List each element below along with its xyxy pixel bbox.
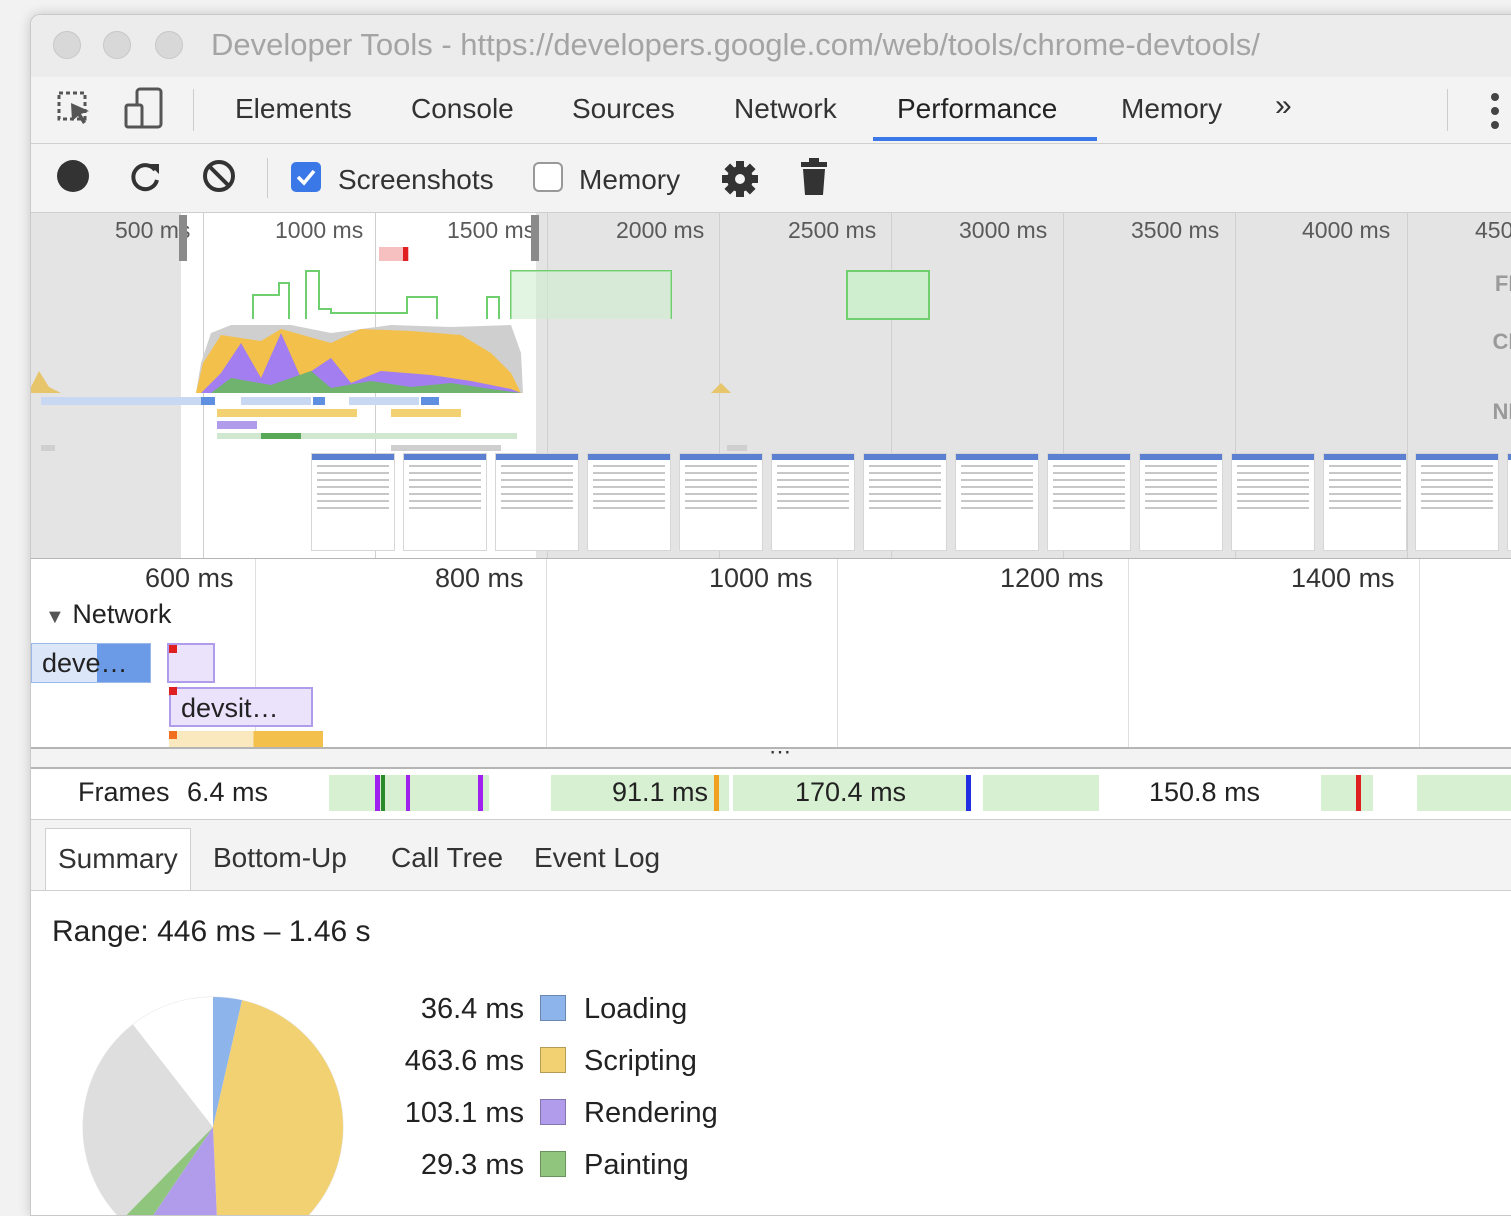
screenshot-thumbnail[interactable] bbox=[403, 453, 487, 551]
ruler-tick: 600 ms bbox=[145, 563, 234, 593]
legend-label: Scripting bbox=[584, 1045, 697, 1077]
overview-tick: 3500 ms bbox=[1131, 217, 1220, 243]
screenshot-thumbnail[interactable] bbox=[679, 453, 763, 551]
legend-swatch bbox=[540, 995, 566, 1021]
network-request-bar[interactable] bbox=[167, 643, 215, 683]
screenshot-thumbnail[interactable] bbox=[1415, 453, 1499, 551]
screenshot-thumbnail[interactable] bbox=[1323, 453, 1407, 551]
legend-value: 103.1 ms bbox=[404, 1097, 524, 1129]
more-tabs-icon[interactable]: » bbox=[1275, 89, 1292, 123]
gear-icon[interactable] bbox=[721, 160, 759, 203]
network-request-bar[interactable] bbox=[169, 731, 323, 747]
ruler-tick: 1400 ms bbox=[1291, 563, 1395, 593]
screenshots-label: Screenshots bbox=[338, 164, 494, 195]
expand-triangle-icon[interactable]: ▼ bbox=[45, 606, 65, 628]
performance-toolbar: Screenshots Memory bbox=[31, 144, 1511, 213]
screenshot-thumbnail[interactable] bbox=[771, 453, 855, 551]
screenshot-thumbnail[interactable] bbox=[1139, 453, 1223, 551]
legend-value: 29.3 ms bbox=[420, 1149, 524, 1181]
screenshot-thumbnail[interactable] bbox=[863, 453, 947, 551]
overview-tick: 1500 ms bbox=[447, 217, 536, 243]
record-icon[interactable] bbox=[55, 158, 91, 199]
frame-duration: 91.1 ms bbox=[612, 777, 709, 807]
screenshot-thumbnail[interactable] bbox=[587, 453, 671, 551]
tab-network[interactable]: Network bbox=[734, 93, 837, 125]
timeline-ruler: 600 ms 800 ms 1000 ms 1200 ms 1400 ms bbox=[31, 559, 1511, 599]
tab-elements[interactable]: Elements bbox=[235, 93, 352, 125]
legend-label: Loading bbox=[584, 993, 688, 1025]
legend-swatch bbox=[540, 1099, 566, 1125]
memory-checkbox[interactable] bbox=[533, 162, 563, 197]
legend-label: Painting bbox=[584, 1149, 689, 1181]
tab-summary[interactable]: Summary bbox=[45, 828, 191, 890]
tab-call-tree[interactable]: Call Tree bbox=[391, 842, 503, 874]
screenshots-checkbox[interactable] bbox=[291, 162, 321, 197]
window-title: Developer Tools - https://developers.goo… bbox=[211, 27, 1260, 62]
device-toolbar-icon[interactable] bbox=[123, 87, 165, 136]
close-window-button[interactable] bbox=[53, 31, 81, 59]
panel-tab-bar: Elements Console Sources Network Perform… bbox=[31, 77, 1511, 144]
network-track-header[interactable]: ▼ Network bbox=[45, 599, 171, 630]
ruler-tick: 1000 ms bbox=[709, 563, 813, 593]
panel-splitter[interactable]: ⋯ bbox=[31, 739, 1511, 769]
legend-value: 36.4 ms bbox=[420, 993, 524, 1025]
more-options-icon[interactable] bbox=[1489, 91, 1501, 136]
ruler-tick: 1200 ms bbox=[1000, 563, 1104, 593]
network-request-bar[interactable]: deve… bbox=[31, 643, 151, 683]
ruler-tick: 800 ms bbox=[435, 563, 524, 593]
screenshot-thumbnail[interactable] bbox=[1507, 453, 1511, 551]
active-tab-indicator bbox=[873, 137, 1097, 141]
overview-tick: 3000 ms bbox=[959, 217, 1048, 243]
screenshot-thumbnail[interactable] bbox=[495, 453, 579, 551]
frame-duration: 170.4 ms bbox=[795, 777, 907, 807]
tab-memory[interactable]: Memory bbox=[1121, 93, 1222, 125]
tab-bottom-up[interactable]: Bottom-Up bbox=[213, 842, 347, 874]
legend-row-loading: 36.4 ms Loading bbox=[31, 993, 831, 1029]
title-bar: Developer Tools - https://developers.goo… bbox=[31, 15, 1511, 77]
network-track-title: Network bbox=[72, 599, 172, 629]
splitter-handle-icon[interactable]: ⋯ bbox=[769, 739, 791, 765]
clear-icon[interactable] bbox=[201, 158, 237, 199]
minimize-window-button[interactable] bbox=[103, 31, 131, 59]
selection-handle-right[interactable] bbox=[531, 215, 539, 261]
screenshot-thumbnail[interactable] bbox=[1047, 453, 1131, 551]
overview-tick: 1000 ms bbox=[275, 217, 364, 243]
memory-label: Memory bbox=[579, 164, 681, 195]
inspect-element-icon[interactable] bbox=[55, 89, 95, 134]
legend-row-scripting: 463.6 ms Scripting bbox=[31, 1045, 831, 1081]
legend-value: 463.6 ms bbox=[404, 1045, 524, 1077]
reload-icon[interactable] bbox=[127, 158, 163, 199]
overview-tick: 4000 ms bbox=[1302, 217, 1391, 243]
net-label: NE bbox=[1492, 399, 1511, 424]
fps-label: FP bbox=[1494, 271, 1511, 296]
trash-icon[interactable] bbox=[799, 158, 829, 201]
screenshot-thumbnail[interactable] bbox=[955, 453, 1039, 551]
tab-performance[interactable]: Performance bbox=[897, 93, 1057, 125]
legend-row-rendering: 103.1 ms Rendering bbox=[31, 1097, 831, 1133]
overview-tick: 2500 ms bbox=[788, 217, 877, 243]
frame-duration: 6.4 ms bbox=[187, 777, 269, 807]
frames-track: Frames 6.4 ms 91.1 ms 170.4 ms 150.8 ms bbox=[31, 767, 1511, 820]
legend-swatch bbox=[540, 1047, 566, 1073]
legend-label: Rendering bbox=[584, 1097, 718, 1129]
details-tab-bar: Summary Bottom-Up Call Tree Event Log bbox=[31, 820, 1511, 891]
legend-row-painting: 29.3 ms Painting bbox=[31, 1149, 831, 1185]
network-request-bar[interactable]: devsit… bbox=[169, 687, 313, 727]
overview-tick: 450 bbox=[1475, 217, 1511, 243]
zoom-window-button[interactable] bbox=[155, 31, 183, 59]
tab-console[interactable]: Console bbox=[411, 93, 514, 125]
tab-sources[interactable]: Sources bbox=[572, 93, 675, 125]
cpu-label: CP bbox=[1492, 329, 1511, 354]
summary-range: Range: 446 ms – 1.46 s bbox=[52, 915, 371, 948]
devtools-window: Developer Tools - https://developers.goo… bbox=[30, 14, 1511, 1216]
frame-duration: 150.8 ms bbox=[1149, 777, 1261, 807]
frames-label: Frames bbox=[78, 777, 170, 807]
overview-tick: 2000 ms bbox=[616, 217, 705, 243]
timeline-overview[interactable]: 500 ms 1000 ms 1500 ms 2000 ms 2500 ms 3… bbox=[31, 213, 1511, 559]
legend-swatch bbox=[540, 1151, 566, 1177]
selection-handle-left[interactable] bbox=[179, 215, 187, 261]
tab-event-log[interactable]: Event Log bbox=[534, 842, 660, 874]
screenshot-thumbnail[interactable] bbox=[311, 453, 395, 551]
screenshot-thumbnail[interactable] bbox=[1231, 453, 1315, 551]
